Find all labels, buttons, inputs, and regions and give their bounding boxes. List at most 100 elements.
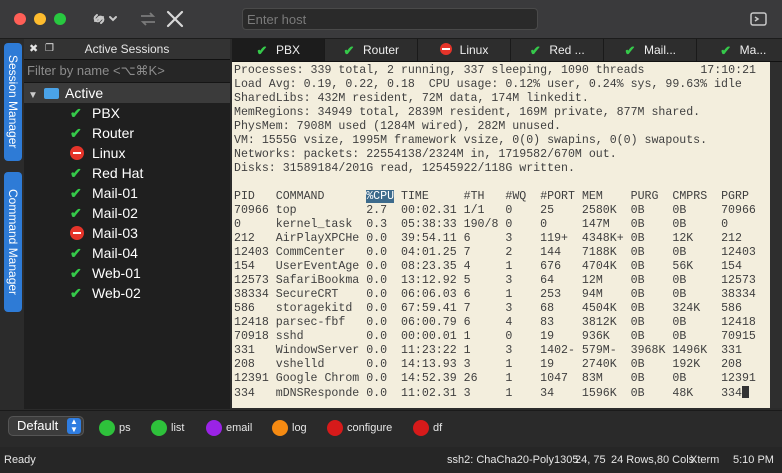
command-manager-label: Command Manager	[6, 188, 20, 296]
session-item[interactable]: Mail-03	[24, 223, 230, 243]
reconnect-icon[interactable]	[138, 8, 158, 30]
folder-active[interactable]: ▼ Active	[24, 83, 230, 103]
close-panel-icon[interactable]: ✖	[29, 39, 38, 59]
checkmark-icon: ✔	[720, 43, 732, 58]
detach-panel-icon[interactable]: ❐	[45, 39, 54, 59]
terminal-cell: 3812K	[581, 316, 631, 329]
terminal-cell: AirPlayXPCHe	[275, 232, 367, 245]
terminal-cell: 38334	[234, 288, 276, 301]
session-item[interactable]: ✔ Router	[24, 123, 230, 143]
terminal-row: 212 AirPlayXPCHe 0.0 39:54.11 6 3 119+ 4…	[234, 232, 763, 245]
terminal-cell: 3	[505, 302, 541, 315]
terminal-cell: 94M	[581, 288, 631, 301]
session-item[interactable]: ✔ Web-02	[24, 283, 230, 303]
terminal-cell: 25	[540, 204, 582, 217]
terminal-cell: 12391	[721, 372, 763, 385]
command-button[interactable]: configure	[327, 419, 392, 437]
session-item[interactable]: Linux	[24, 143, 230, 163]
session-item[interactable]: ✔ Web-01	[24, 263, 230, 283]
button-bar-selector-label: Default	[17, 418, 59, 433]
terminal-cursor	[741, 386, 749, 398]
terminal-cell: top	[275, 204, 367, 217]
terminal-row: 12391 Google Chrom 0.0 14:52.39 26 1 104…	[234, 372, 763, 385]
terminal-cell: 04:01.25	[401, 246, 464, 259]
terminal-cell: 0.0	[366, 288, 401, 301]
session-tab[interactable]: ✔ Router	[325, 39, 418, 61]
session-tab[interactable]: ✔ PBX	[232, 39, 325, 61]
terminal-cell: 936K	[581, 330, 631, 343]
session-manager-tab[interactable]: Session Manager	[4, 43, 22, 161]
terminal-cell: 68	[540, 302, 582, 315]
status-bar: Ready ssh2: ChaCha20-Poly1305 24, 75 24 …	[0, 447, 782, 473]
session-item[interactable]: ✔ Mail-01	[24, 183, 230, 203]
terminal-cell: kernel_task	[275, 218, 367, 231]
command-button[interactable]: log	[272, 419, 307, 437]
window-close-button[interactable]	[14, 13, 26, 25]
terminal-cell: 253	[540, 288, 582, 301]
session-tabs: ✔ PBX ✔ Router Linux ✔ Red ... ✔ Mail... ✔ Ma...	[232, 39, 782, 62]
terminal-header-line: VM: 1555G vsize, 1995M framework vsize, …	[234, 134, 708, 147]
host-input[interactable]	[242, 8, 538, 30]
terminal-header-line: Disks: 31589184/201G read, 12545922/118G…	[234, 162, 575, 175]
terminal-cell: 1	[505, 288, 541, 301]
command-button[interactable]: list	[151, 419, 184, 437]
sessions-header: ✖ ❐ Active Sessions	[24, 39, 230, 60]
command-button[interactable]: df	[413, 419, 442, 437]
terminal-cell: 3	[505, 344, 541, 357]
session-filter-input[interactable]: Filter by name <⌥⌘K>	[24, 60, 230, 83]
terminal-cell: 0B	[672, 372, 722, 385]
terminal-scrollbar[interactable]	[770, 62, 782, 408]
terminal-cell: 0.3	[366, 218, 401, 231]
terminal-cell: 144	[540, 246, 582, 259]
session-item[interactable]: ✔ PBX	[24, 103, 230, 123]
terminal-cell: WindowServer	[275, 344, 367, 357]
terminal-row: 0 kernel_task 0.3 05:38:33 190/8 0 0 147…	[234, 218, 763, 231]
terminal-cell: 190/8	[463, 218, 506, 231]
session-tab-label: Red ...	[549, 43, 585, 57]
command-color-icon	[327, 420, 343, 436]
terminal-cell: 0B	[630, 330, 673, 343]
terminal-row: 586 storagekitd 0.0 67:59.41 7 3 68 4504…	[234, 302, 763, 315]
window-minimize-button[interactable]	[34, 13, 46, 25]
terminal-cell: #TH	[463, 190, 506, 203]
terminal-cell: 6	[463, 232, 506, 245]
session-tab[interactable]: Linux	[418, 39, 511, 61]
session-tab[interactable]: ✔ Ma...	[697, 39, 782, 61]
terminal-cell: 64	[540, 274, 582, 287]
terminal-cell: 19	[540, 330, 582, 343]
terminal-cell: 12418	[721, 316, 763, 329]
session-item[interactable]: ✔ Mail-04	[24, 243, 230, 263]
command-button[interactable]: ps	[99, 419, 131, 437]
command-button[interactable]: email	[206, 419, 252, 437]
terminal-cell: 3	[463, 358, 506, 371]
terminal-cell: 3	[505, 232, 541, 245]
terminal-cell: 0	[505, 204, 541, 217]
command-manager-tab[interactable]: Command Manager	[4, 172, 22, 312]
window-zoom-button[interactable]	[54, 13, 66, 25]
terminal-cell: 0B	[630, 288, 673, 301]
terminal-cell: 586	[234, 302, 276, 315]
terminal-cell: 7	[463, 246, 506, 259]
sidebar-toggle-icon[interactable]	[750, 8, 768, 30]
session-tab[interactable]: ✔ Mail...	[604, 39, 697, 61]
terminal-cell: 6	[463, 316, 506, 329]
terminal-cell: 0.0	[366, 387, 401, 400]
session-item[interactable]: ✔ Red Hat	[24, 163, 230, 183]
button-bar: Default ▲ ▼ ps list email log configure df	[0, 410, 782, 447]
terminal-cell: 0B	[630, 372, 673, 385]
terminal-header-line: MemRegions: 34949 total, 2839M resident,…	[234, 106, 701, 119]
terminal-cell: SecureCRT	[275, 288, 367, 301]
terminal-cell: 1	[505, 387, 541, 400]
session-tab[interactable]: ✔ Red ...	[511, 39, 604, 61]
terminal-cell: TIME	[401, 190, 464, 203]
terminal-view[interactable]: Processes: 339 total, 2 running, 337 sle…	[232, 62, 770, 408]
terminal-cell: 0B	[630, 358, 673, 371]
status-cursor-pos: 24, 75	[575, 454, 606, 466]
command-color-icon	[413, 420, 429, 436]
button-bar-selector[interactable]: Default ▲ ▼	[8, 416, 84, 436]
link-icon[interactable]	[88, 8, 120, 30]
session-item[interactable]: ✔ Mail-02	[24, 203, 230, 223]
terminal-cell: 0B	[672, 204, 722, 217]
terminal-cell: 0	[234, 218, 276, 231]
close-icon[interactable]	[165, 8, 185, 30]
